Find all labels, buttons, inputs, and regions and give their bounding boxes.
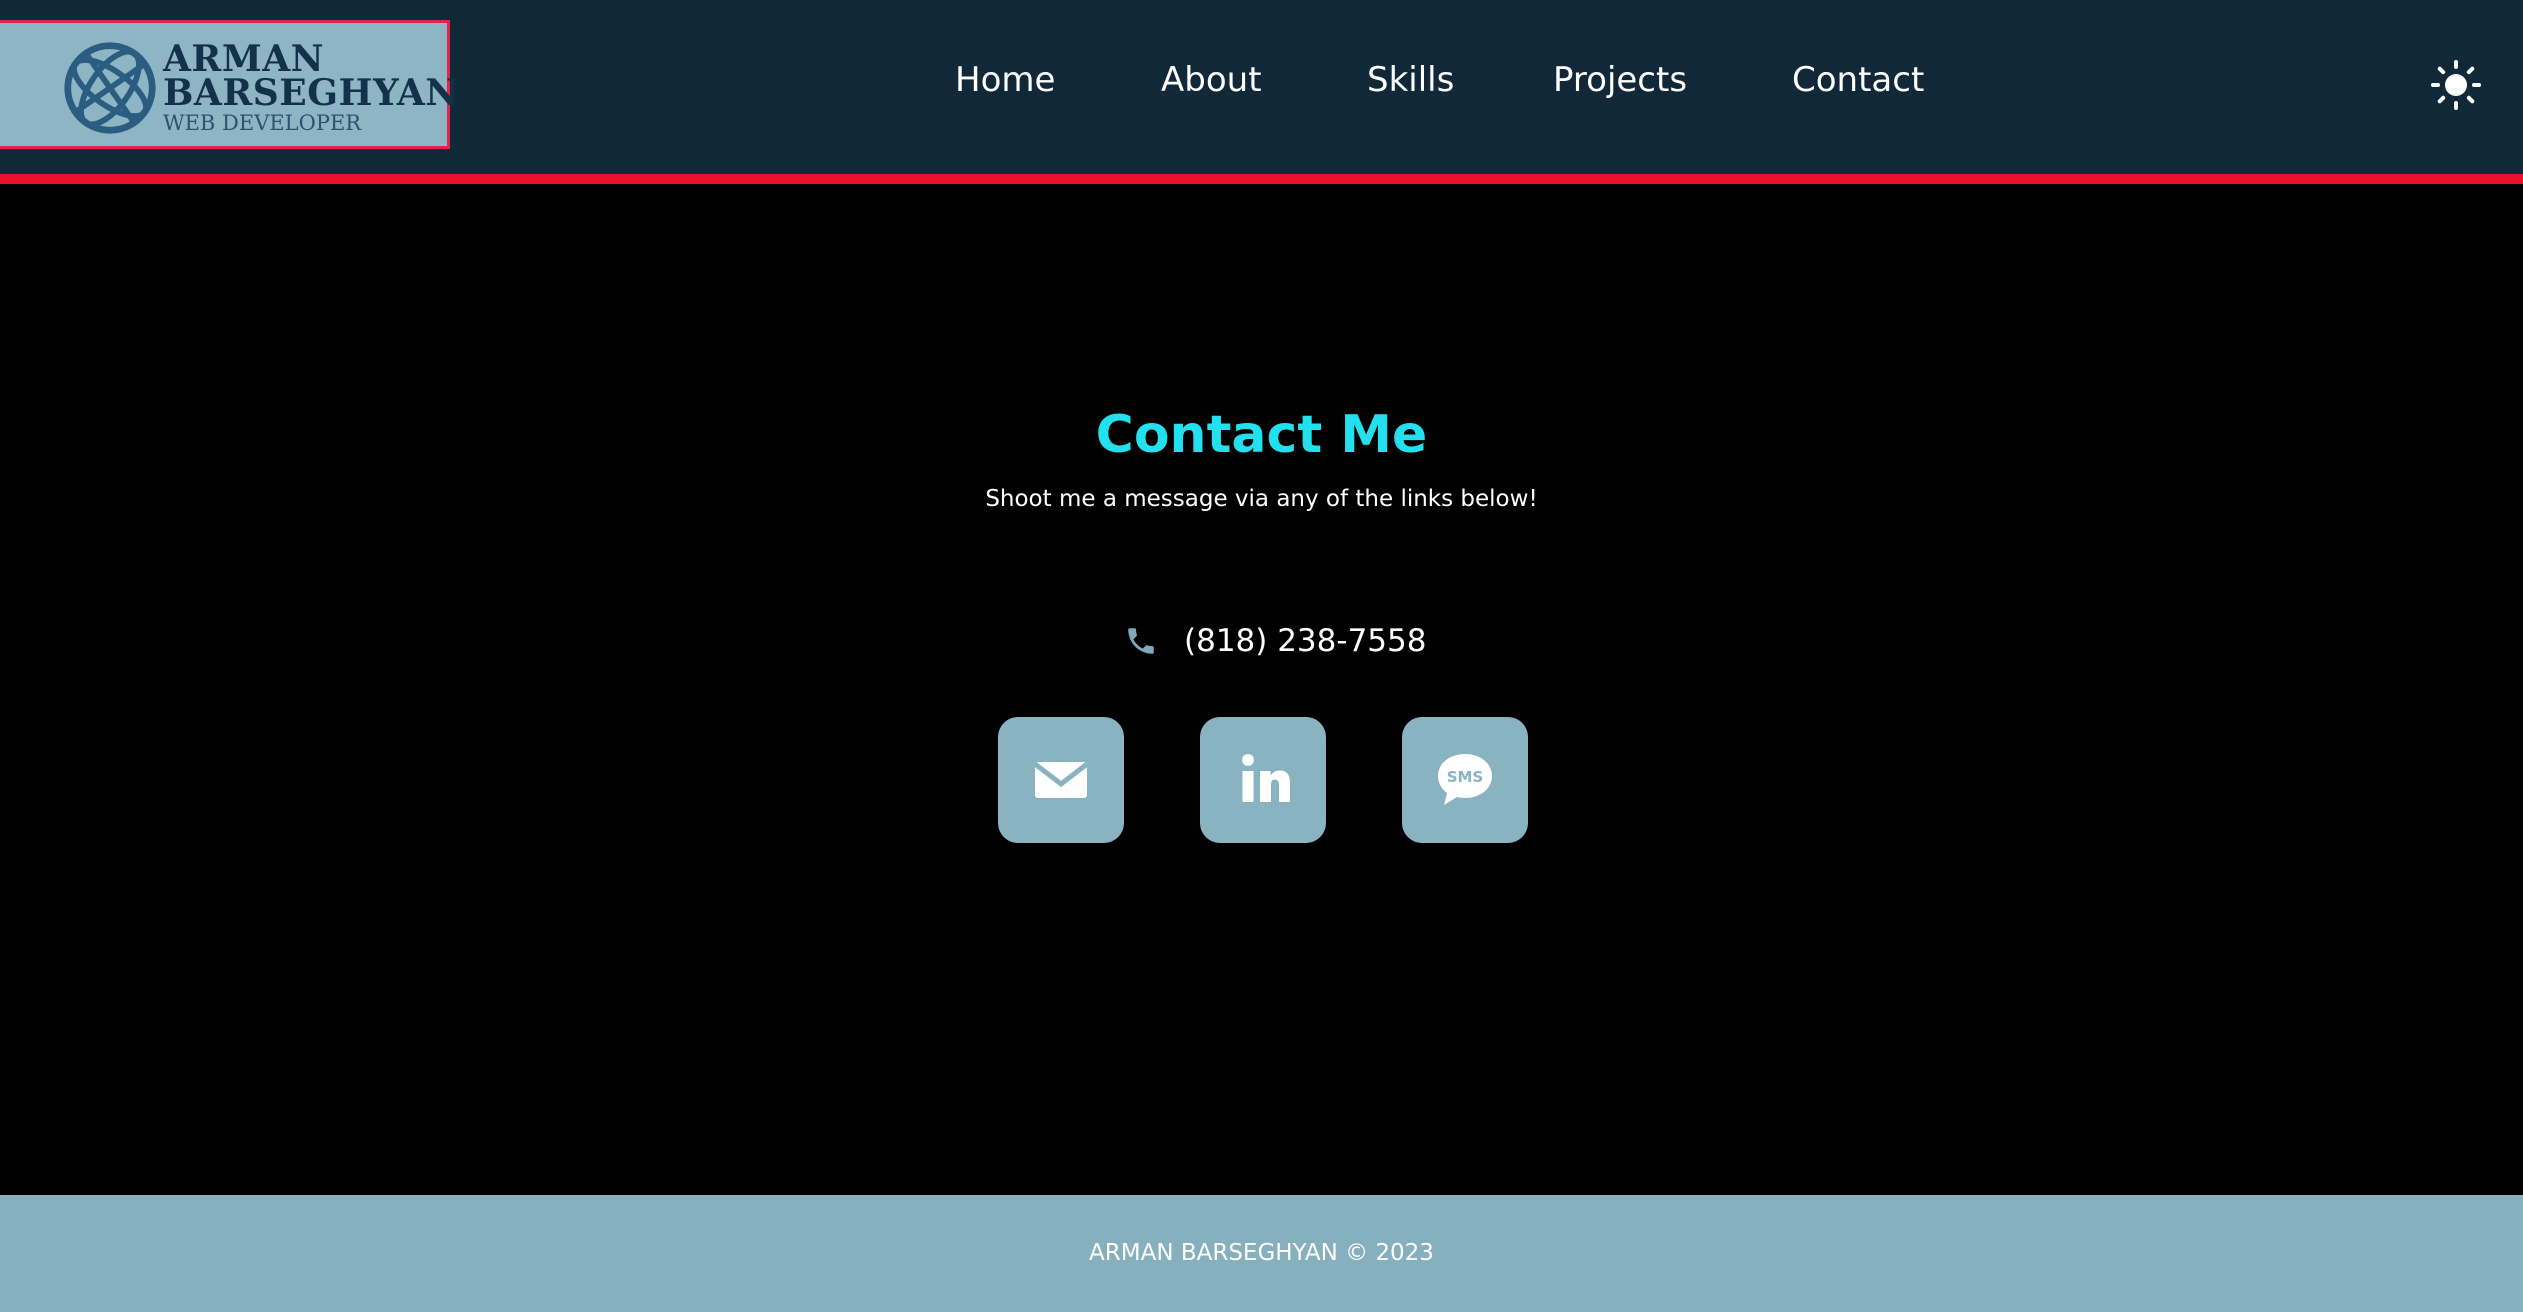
email-icon <box>1033 762 1089 798</box>
footer-copyright: ARMAN BARSEGHYAN © 2023 <box>1089 1240 1434 1266</box>
globe-icon <box>64 42 156 134</box>
sms-icon: SMS <box>1438 754 1492 805</box>
linkedin-button[interactable] <box>1200 717 1326 843</box>
nav-about[interactable]: About <box>1161 60 1262 100</box>
phone-icon <box>1128 628 1154 654</box>
logo-name-line2: BARSEGHYAN <box>163 72 459 114</box>
page: ARMAN BARSEGHYAN WEB DEVELOPER Home Abou… <box>0 0 2523 1312</box>
logo[interactable]: ARMAN BARSEGHYAN WEB DEVELOPER <box>0 20 458 149</box>
nav-skills[interactable]: Skills <box>1367 60 1454 100</box>
nav-home[interactable]: Home <box>955 60 1055 100</box>
phone-number[interactable]: (818) 238-7558 <box>1184 620 1426 662</box>
email-button[interactable] <box>998 717 1124 843</box>
sms-button[interactable]: SMS <box>1402 717 1528 843</box>
contact-subtitle: Shoot me a message via any of the links … <box>985 486 1538 512</box>
nav-contact[interactable]: Contact <box>1792 60 1924 100</box>
nav-projects[interactable]: Projects <box>1553 60 1687 100</box>
linkedin-icon <box>1242 754 1290 802</box>
site-header: ARMAN BARSEGHYAN WEB DEVELOPER Home Abou… <box>0 0 2523 174</box>
logo-tagline: WEB DEVELOPER <box>163 111 362 135</box>
sun-icon[interactable] <box>2431 60 2481 110</box>
header-accent-stripe <box>0 174 2523 184</box>
page-title: Contact Me <box>1095 405 1428 465</box>
sms-icon-label: SMS <box>1447 768 1484 786</box>
site-footer: ARMAN BARSEGHYAN © 2023 <box>0 1195 2523 1312</box>
